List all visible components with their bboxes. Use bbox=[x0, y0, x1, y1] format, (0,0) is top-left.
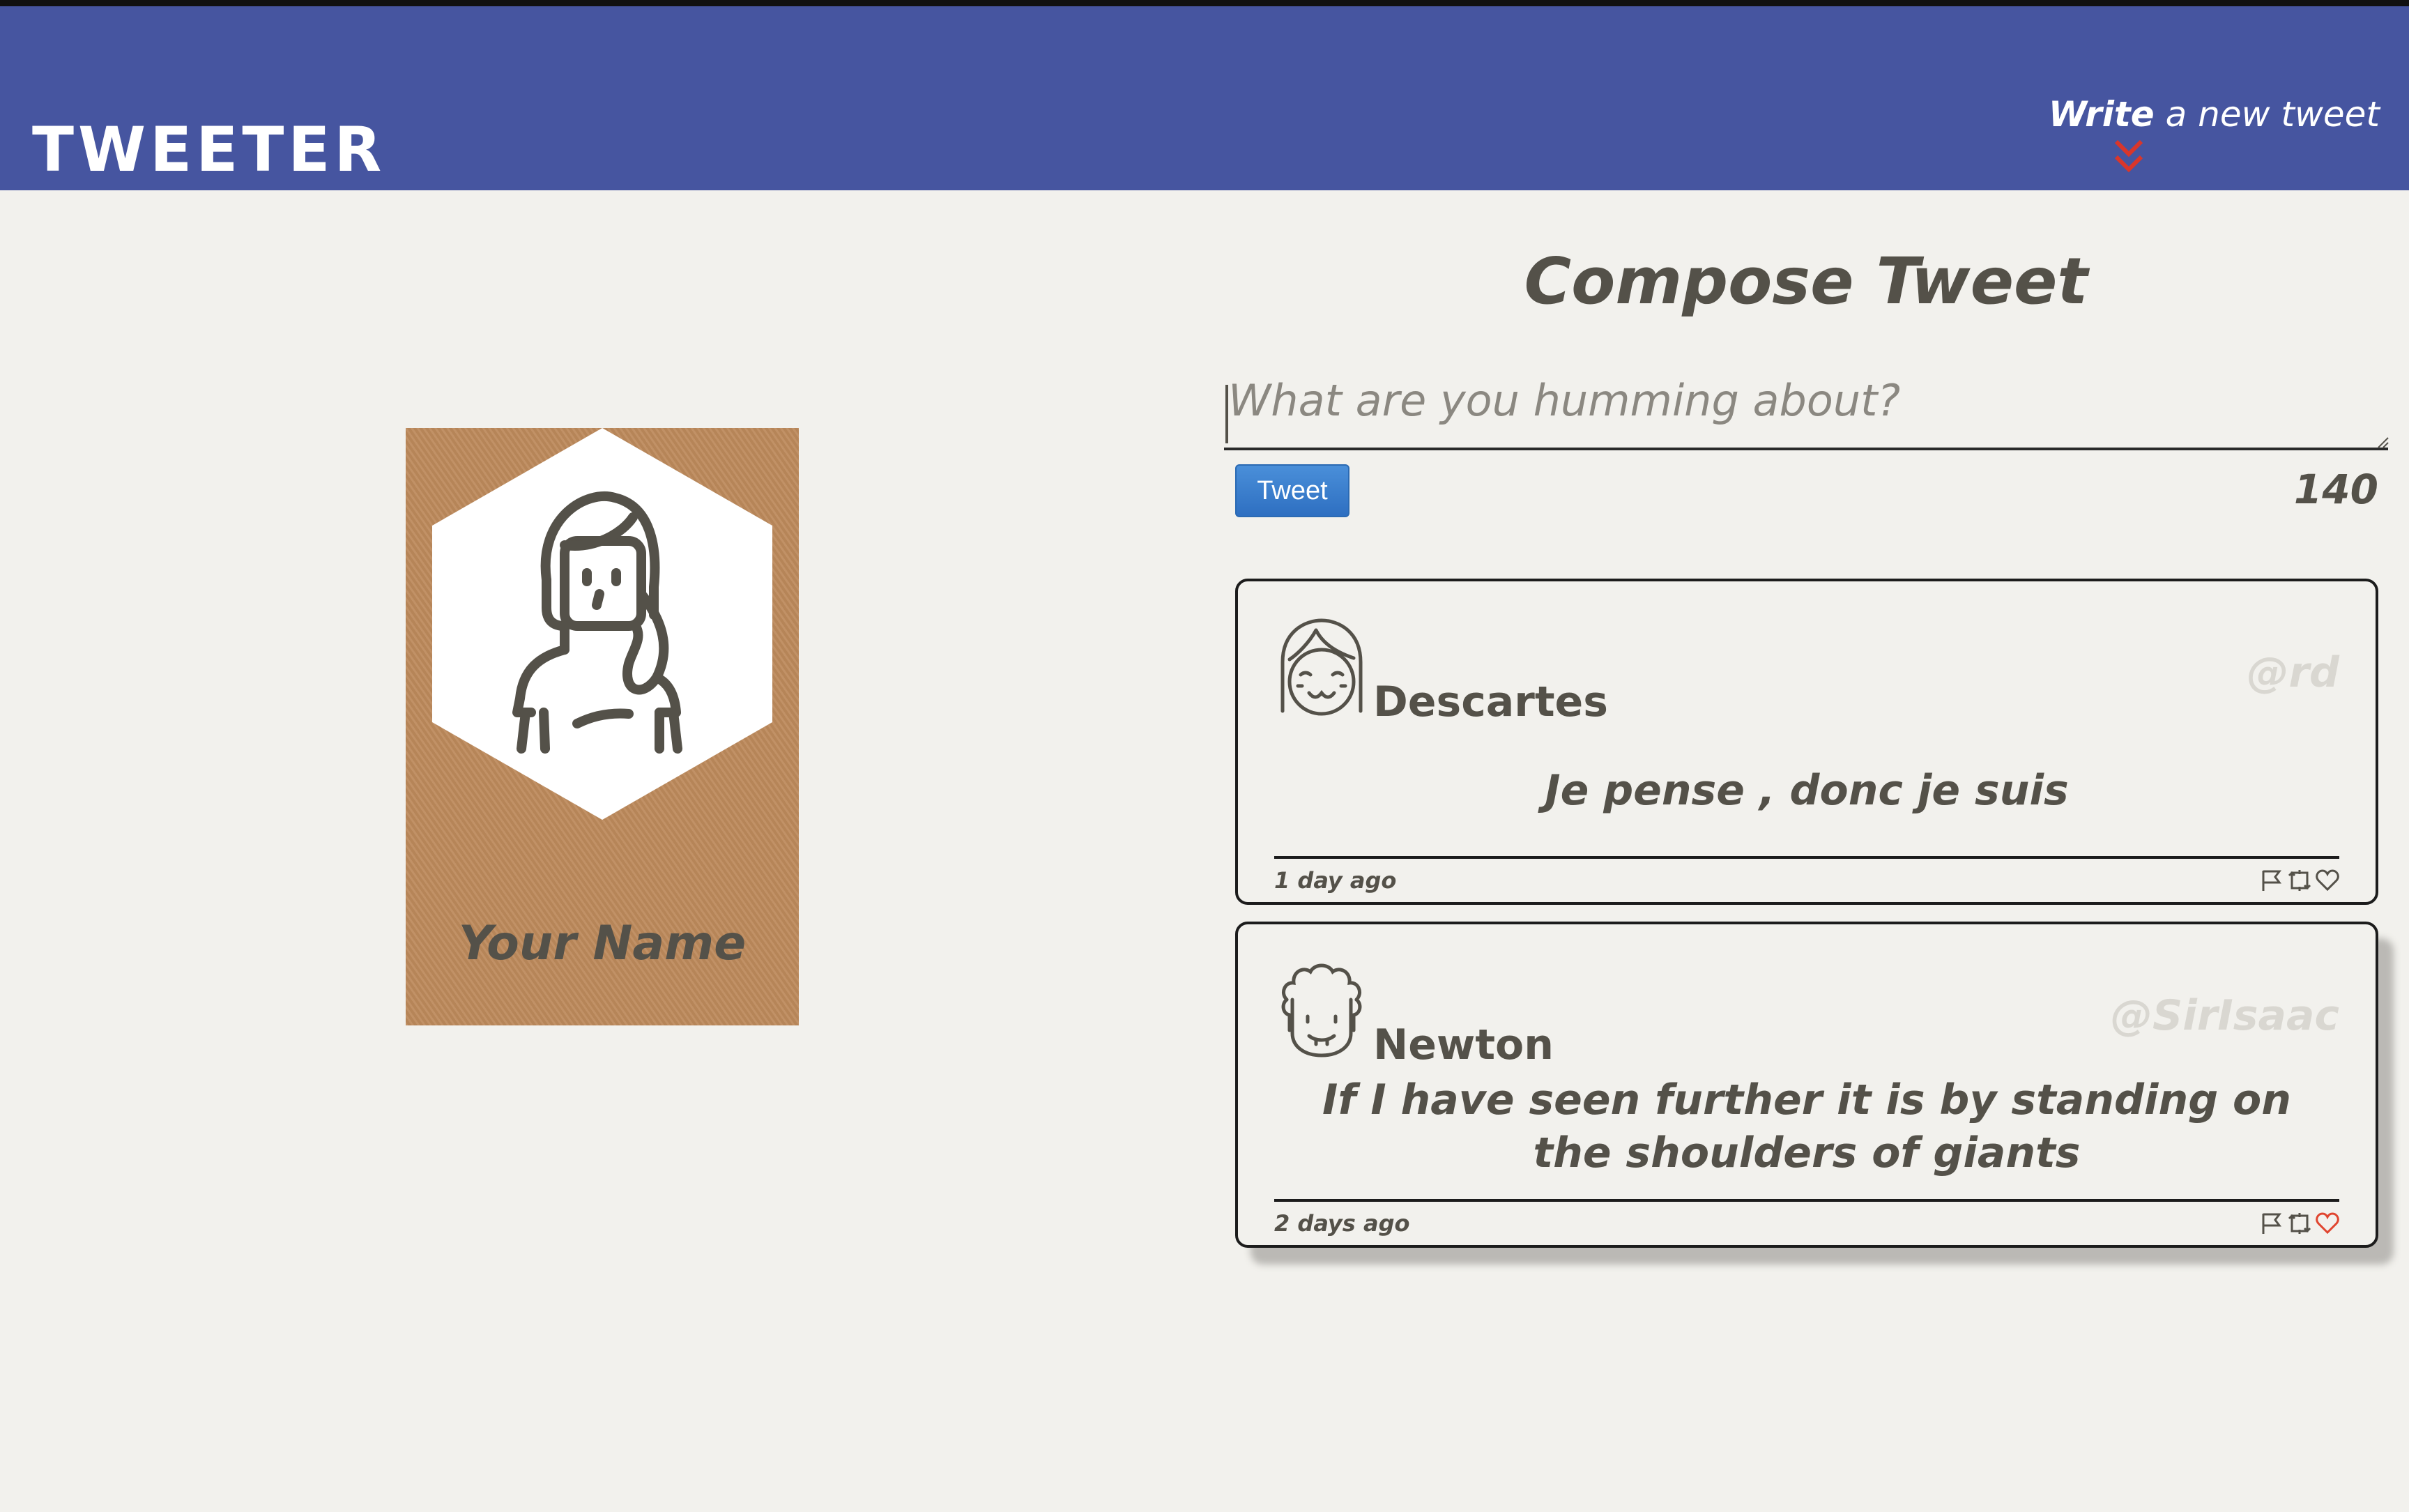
woman-avatar-icon bbox=[512, 491, 682, 754]
flag-icon[interactable] bbox=[2260, 1212, 2284, 1235]
compose-textarea[interactable] bbox=[1224, 375, 2388, 450]
tweet-content: Je pense , donc je suis bbox=[1545, 766, 2069, 815]
tweet-author-name: Descartes bbox=[1373, 678, 1608, 726]
smiling-face-avatar-icon bbox=[1280, 618, 1363, 716]
retweet-icon[interactable] bbox=[2288, 869, 2311, 892]
tweet-actions bbox=[2260, 1212, 2339, 1235]
write-new-tweet-link[interactable]: Write a new tweet bbox=[2049, 94, 2380, 135]
tweet-card: Descartes @rd Je pense , donc je suis 1 … bbox=[1235, 579, 2378, 905]
retweet-icon[interactable] bbox=[2288, 1212, 2311, 1235]
heart-icon[interactable] bbox=[2316, 869, 2339, 892]
tweet-button[interactable]: Tweet bbox=[1235, 464, 1349, 517]
text-caret bbox=[1225, 385, 1228, 443]
curly-hair-avatar-icon bbox=[1281, 963, 1362, 1057]
tweet-card: Newton @SirIsaac If I have seen further … bbox=[1235, 922, 2378, 1248]
compose-title: Compose Tweet bbox=[1524, 244, 2088, 319]
tweet-content: If I have seen further it is by standing… bbox=[1322, 1076, 2291, 1177]
navbar: TWEETER Write a new tweet bbox=[0, 6, 2409, 190]
tweet-author-handle[interactable]: @rd bbox=[2247, 648, 2339, 697]
heart-icon[interactable] bbox=[2316, 1212, 2339, 1235]
brand-logo[interactable]: TWEETER bbox=[32, 119, 385, 181]
tweet-timestamp: 1 day ago bbox=[1274, 867, 1397, 894]
top-border bbox=[0, 0, 2409, 6]
profile-name: Your Name bbox=[458, 916, 747, 971]
write-link-bold: Write bbox=[2048, 94, 2155, 135]
double-chevron-down-icon[interactable] bbox=[2113, 139, 2144, 174]
resize-grip-icon[interactable] bbox=[2376, 435, 2389, 449]
tweet-author-name: Newton bbox=[1373, 1021, 1554, 1069]
tweet-divider bbox=[1274, 856, 2339, 859]
write-link-text: a new tweet bbox=[2154, 94, 2380, 135]
tweet-author-handle[interactable]: @SirIsaac bbox=[2111, 991, 2339, 1040]
tweet-divider bbox=[1274, 1199, 2339, 1202]
character-counter: 140 bbox=[2293, 466, 2378, 513]
tweet-actions bbox=[2260, 869, 2339, 892]
flag-icon[interactable] bbox=[2260, 869, 2284, 892]
tweet-timestamp: 2 days ago bbox=[1274, 1210, 1410, 1237]
profile-card: Your Name bbox=[406, 428, 799, 1025]
